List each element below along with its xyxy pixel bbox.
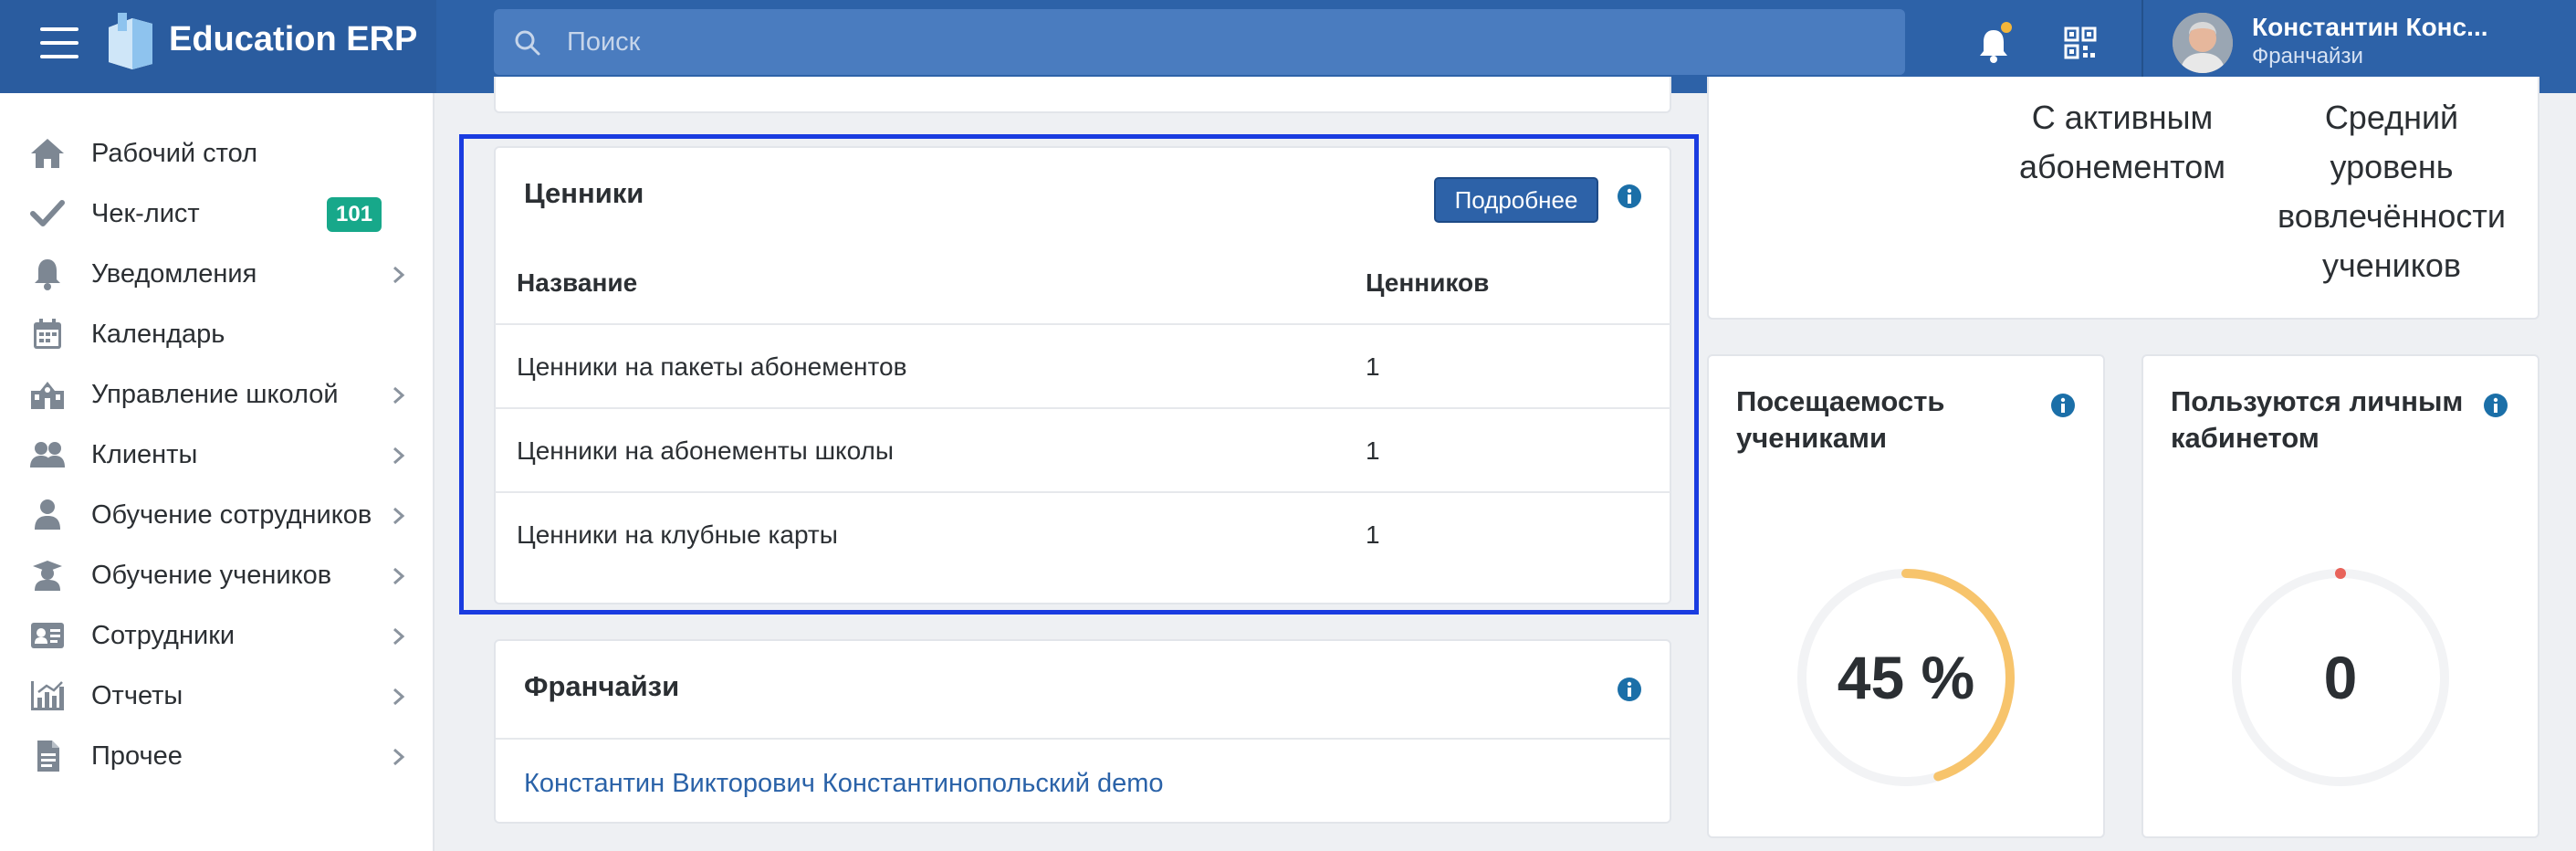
more-button[interactable]: Подробнее bbox=[1434, 177, 1598, 223]
sidebar-item-label: Календарь bbox=[91, 320, 225, 349]
sidebar-item-label: Обучение сотрудников bbox=[91, 500, 372, 530]
info-icon[interactable] bbox=[1617, 677, 1642, 702]
notification-dot bbox=[2001, 22, 2012, 33]
sidebar-item-notifications[interactable]: Уведомления bbox=[0, 248, 435, 299]
employee-training-icon bbox=[35, 499, 60, 530]
active-subscription-label: С активным абонементом bbox=[2018, 99, 2226, 185]
sidebar-item-calendar[interactable]: Календарь bbox=[0, 309, 435, 360]
row-divider bbox=[495, 323, 1670, 325]
sidebar-item-label: Рабочий стол bbox=[91, 139, 258, 168]
search-bar[interactable] bbox=[494, 9, 1905, 75]
table-row-name: Ценники на пакеты абонементов bbox=[517, 352, 907, 381]
info-icon[interactable] bbox=[2050, 393, 2076, 418]
sidebar-item-label: Управление школой bbox=[91, 380, 339, 409]
menu-icon[interactable] bbox=[40, 27, 79, 60]
brand-area: Education ERP bbox=[0, 0, 436, 93]
sidebar-item-label: Уведомления bbox=[91, 259, 257, 289]
personal-cabinet-value: 0 bbox=[2323, 644, 2358, 711]
chevron-right-icon bbox=[393, 688, 405, 706]
table-row-name: Ценники на клубные карты bbox=[517, 520, 838, 549]
chevron-right-icon bbox=[393, 567, 405, 585]
sidebar-item-label: Прочее bbox=[91, 741, 183, 771]
chevron-right-icon bbox=[393, 266, 405, 284]
sidebar-item-student-training[interactable]: Обучение учеников bbox=[0, 550, 435, 601]
clients-icon bbox=[30, 442, 65, 468]
logo-icon bbox=[109, 13, 152, 69]
brand-name: Education ERP bbox=[169, 20, 418, 58]
avatar-image bbox=[2173, 13, 2233, 73]
franchisee-link[interactable]: Константин Викторович Константинопольски… bbox=[524, 769, 1164, 799]
table-row-count: 1 bbox=[1366, 352, 1380, 381]
sidebar-item-school-management[interactable]: Управление школой bbox=[0, 369, 435, 420]
sidebar-item-employee-training[interactable]: Обучение сотрудников bbox=[0, 489, 435, 541]
document-icon bbox=[37, 741, 59, 772]
bell-icon bbox=[35, 259, 60, 290]
avatar[interactable] bbox=[2173, 13, 2233, 73]
gauge-start-dot bbox=[2335, 568, 2346, 579]
row-divider bbox=[495, 407, 1670, 409]
row-divider bbox=[495, 491, 1670, 493]
attendance-title: Посещаемость учениками bbox=[1736, 385, 1945, 454]
card-divider bbox=[496, 738, 1670, 740]
calendar-icon bbox=[34, 319, 61, 349]
user-name[interactable]: Константин Конс... bbox=[2252, 13, 2488, 42]
search-icon bbox=[515, 30, 540, 56]
table-row-count: 1 bbox=[1366, 520, 1380, 549]
avg-engagement-label: Средний уровень вовлечённости учеников bbox=[2277, 99, 2507, 284]
school-icon bbox=[31, 382, 64, 409]
column-header-name: Название bbox=[517, 268, 638, 297]
chevron-right-icon bbox=[393, 627, 405, 646]
sidebar-item-label: Обучение учеников bbox=[91, 561, 332, 590]
sidebar: Рабочий стол Чек-лист 101 Уведомления Ка… bbox=[0, 93, 435, 851]
sidebar-item-label: Чек-лист bbox=[91, 199, 200, 228]
user-role: Франчайзи bbox=[2252, 44, 2363, 68]
sidebar-item-dashboard[interactable]: Рабочий стол bbox=[0, 128, 435, 179]
check-icon bbox=[30, 200, 65, 226]
franchisee-title: Франчайзи bbox=[524, 670, 680, 702]
checklist-count-badge: 101 bbox=[327, 197, 382, 232]
sidebar-item-label: Отчеты bbox=[91, 681, 183, 710]
employees-icon bbox=[31, 623, 64, 648]
attendance-value: 45 % bbox=[1837, 644, 1975, 711]
table-row-name: Ценники на абонементы школы bbox=[517, 436, 895, 465]
info-icon[interactable] bbox=[2483, 393, 2508, 418]
search-input[interactable] bbox=[567, 9, 1845, 75]
reports-icon bbox=[31, 681, 64, 710]
qr-code-icon[interactable] bbox=[2064, 25, 2097, 61]
sidebar-item-other[interactable]: Прочее bbox=[0, 730, 435, 782]
sidebar-item-label: Клиенты bbox=[91, 440, 198, 469]
sidebar-item-checklist[interactable]: Чек-лист 101 bbox=[0, 188, 435, 239]
student-training-icon bbox=[33, 561, 62, 591]
chevron-right-icon bbox=[393, 447, 405, 465]
sidebar-item-label: Сотрудники bbox=[91, 621, 236, 650]
column-header-count: Ценников bbox=[1366, 268, 1490, 297]
sidebar-item-clients[interactable]: Клиенты bbox=[0, 429, 435, 480]
price-tags-title: Ценники bbox=[524, 177, 644, 209]
chevron-right-icon bbox=[393, 507, 405, 525]
info-icon[interactable] bbox=[1617, 184, 1642, 209]
personal-cabinet-title: Пользуются личным кабинетом bbox=[2171, 385, 2464, 454]
chevron-right-icon bbox=[393, 386, 405, 404]
card-above bbox=[494, 77, 1671, 113]
chevron-right-icon bbox=[393, 748, 405, 766]
sidebar-item-employees[interactable]: Сотрудники bbox=[0, 610, 435, 661]
home-icon bbox=[31, 139, 64, 168]
sidebar-item-reports[interactable]: Отчеты bbox=[0, 670, 435, 721]
table-row-count: 1 bbox=[1366, 436, 1380, 465]
